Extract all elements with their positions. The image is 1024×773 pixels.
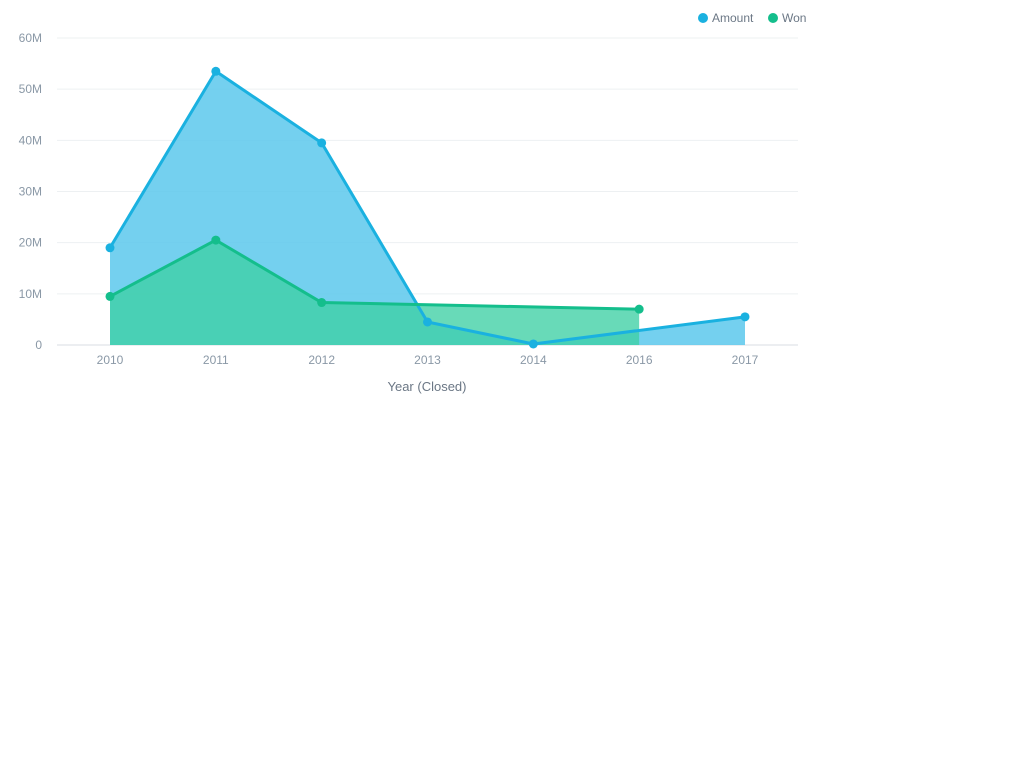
legend-label: Amount (712, 11, 754, 25)
y-tick-label: 60M (19, 31, 42, 45)
data-point-amount[interactable] (211, 66, 221, 76)
y-tick-label: 50M (19, 82, 42, 96)
x-tick-label: 2017 (732, 353, 759, 367)
y-tick-label: 40M (19, 133, 42, 147)
legend-swatch-icon (768, 13, 778, 23)
data-point-won[interactable] (317, 298, 327, 308)
x-tick-label: 2014 (520, 353, 547, 367)
data-point-amount[interactable] (740, 312, 750, 322)
x-tick-label: 2010 (97, 353, 124, 367)
data-point-won[interactable] (211, 235, 221, 245)
data-point-amount[interactable] (105, 243, 115, 253)
x-tick-label: 2016 (626, 353, 653, 367)
x-tick-label: 2013 (414, 353, 441, 367)
data-point-won[interactable] (634, 304, 644, 314)
x-tick-label: 2012 (308, 353, 335, 367)
data-point-amount[interactable] (528, 339, 538, 349)
x-tick-label: 2011 (203, 353, 229, 367)
data-point-amount[interactable] (423, 317, 432, 327)
legend[interactable]: Amount Won (698, 11, 806, 25)
legend-item-won[interactable]: Won (768, 11, 806, 25)
y-tick-label: 10M (19, 287, 42, 301)
legend-swatch-icon (698, 13, 708, 23)
y-tick-label: 30M (19, 185, 42, 199)
y-tick-label: 20M (19, 236, 42, 250)
x-axis-title: Year (Closed) (387, 379, 466, 394)
chart-canvas: 0 10M 20M 30M 40M 50M 60M 2010 2011 2012 2013 2014 2… (19, 11, 807, 394)
legend-item-amount[interactable]: Amount (698, 11, 754, 25)
legend-label: Won (782, 11, 806, 25)
y-tick-label: 0 (35, 338, 42, 352)
area-chart: 0 10M 20M 30M 40M 50M 60M 2010 2011 2012 2013 2014 2… (0, 0, 1024, 768)
data-point-won[interactable] (105, 291, 115, 301)
data-point-amount[interactable] (317, 138, 327, 148)
